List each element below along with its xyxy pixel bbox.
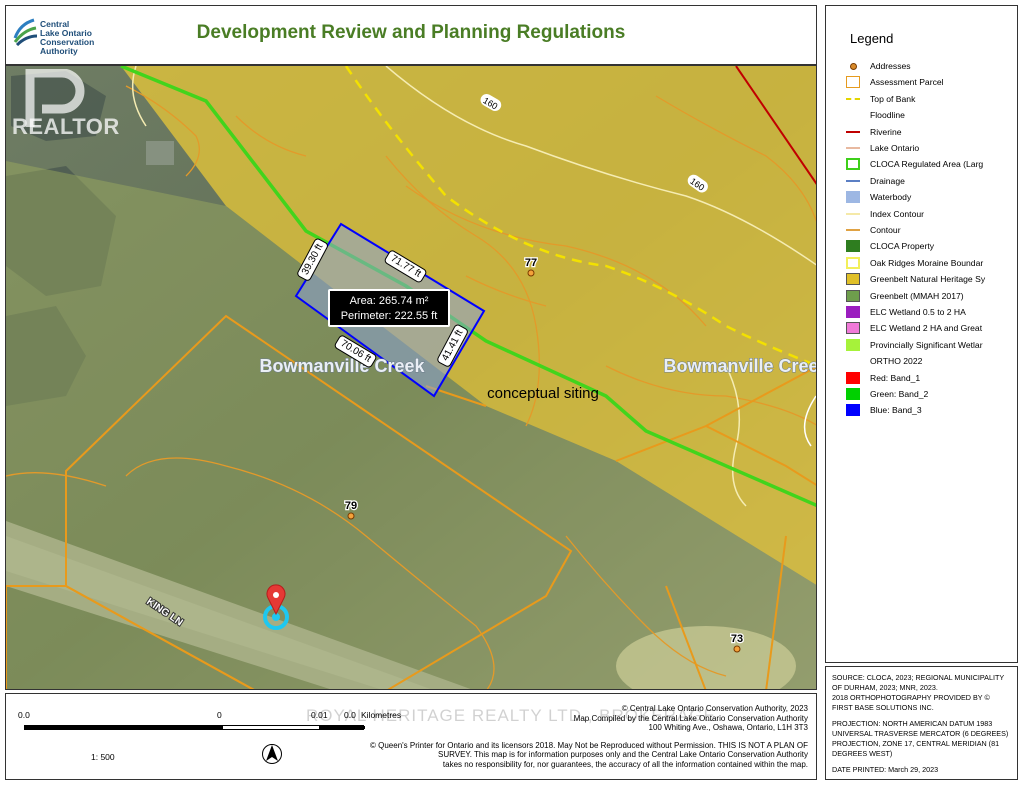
legend-item-label: CLOCA Regulated Area (Larg [870, 159, 984, 170]
map-credits: © Central Lake Ontario Conservation Auth… [338, 704, 808, 769]
legend-item: Waterbody [846, 189, 1016, 205]
legend-item-label: ELC Wetland 2 HA and Great [870, 323, 983, 334]
realtor-logo-icon [25, 69, 85, 127]
fill-swatch-icon [846, 404, 860, 417]
date-printed: DATE PRINTED: March 29, 2023 [832, 765, 939, 774]
address-text: 100 Whiting Ave., Oshawa, Ontario, L1H 3… [648, 723, 809, 732]
scale-tick-left: 0.0 [18, 710, 30, 720]
legend-item: Addresses [846, 58, 1016, 74]
legend-item-label: Lake Ontario [870, 143, 920, 153]
legend-item-label: Oak Ridges Moraine Boundar [870, 257, 984, 268]
map-header: Central Lake Ontario Conservation Author… [5, 5, 817, 65]
fill-outline-swatch-icon [846, 273, 860, 286]
creek-label-east: Bowmanville Creek [663, 356, 817, 376]
legend-item-label: Assessment Parcel [870, 77, 944, 88]
legend-item-label: Top of Bank [870, 93, 916, 104]
disclaimer-text-2: takes no responsibility for, nor guarant… [442, 759, 808, 769]
line-swatch-icon [846, 208, 860, 220]
legend-item: ELC Wetland 0.5 to 2 HA [846, 304, 1016, 320]
line-swatch-icon [846, 224, 860, 236]
fill-swatch-icon [846, 371, 860, 384]
legend-item-label: Index Contour [870, 208, 924, 219]
map-title: Development Review and Planning Regulati… [196, 22, 626, 43]
line-swatch-icon [846, 109, 860, 121]
legend-item: Green: Band_2 [846, 386, 1016, 402]
fill-swatch-icon [846, 191, 860, 204]
fill-swatch-icon [846, 338, 860, 351]
scale-tick-zero: 0 [217, 710, 222, 720]
projection-text: PROJECTION: NORTH AMERICAN DATUM 1983 UN… [832, 719, 1009, 758]
source-text: SOURCE: CLOCA, 2023; REGIONAL MUNICIPALI… [832, 673, 1005, 692]
line-swatch-icon [846, 142, 860, 154]
legend-panel: Legend Addresses Assessment Parcel Top of … [825, 5, 1018, 663]
legend-item-label: ORTHO 2022 [870, 356, 923, 367]
conceptual-siting-label: conceptual siting [487, 385, 599, 402]
line-swatch-icon [846, 126, 860, 138]
legend-item: ORTHO 2022 [846, 353, 1016, 369]
legend-item-label: CLOCA Property [870, 241, 934, 252]
fill-outline-swatch-icon [846, 289, 860, 302]
legend-item: CLOCA Property [846, 238, 1016, 254]
legend-item: Assessment Parcel [846, 74, 1016, 90]
regulated-outline-swatch-icon [846, 158, 860, 171]
legend-item: Drainage [846, 173, 1016, 189]
disclaimer-text: © Queen's Printer for Ontario and its li… [370, 740, 808, 760]
dashed-line-swatch-icon [846, 93, 860, 105]
legend-item: Blue: Band_3 [846, 402, 1016, 418]
map-graphics: 160 160 77 79 73 Bowmanville Creek Bowma… [6, 66, 817, 689]
fill-swatch-icon [846, 388, 860, 400]
measurement-tooltip: Area: 265.74 m² Perimeter: 222.55 ft [328, 289, 450, 327]
legend-item-label: Riverine [870, 126, 902, 137]
legend-item-label: Green: Band_2 [870, 389, 929, 399]
legend-item: Greenbelt Natural Heritage Sy [846, 271, 1016, 287]
legend-item-label: Drainage [870, 175, 905, 186]
legend-item: Riverine [846, 124, 1016, 140]
legend-item: Floodline [846, 107, 1016, 123]
legend-item: Contour [846, 222, 1016, 238]
parcel-outline-swatch-icon [846, 76, 860, 89]
area-readout: Area: 265.74 m² [349, 295, 429, 307]
legend-item-label: Provincially Significant Wetlar [870, 339, 983, 350]
legend-item-label: ELC Wetland 0.5 to 2 HA [870, 307, 966, 317]
realtor-watermark: REALTOR [12, 69, 120, 140]
perimeter-readout: Perimeter: 222.55 ft [340, 310, 438, 322]
fill-outline-swatch-icon [846, 322, 860, 335]
compiled-by-text: Map Compiled by the Central Lake Ontario… [573, 713, 808, 723]
legend-item: Red: Band_1 [846, 370, 1016, 386]
fill-swatch-icon [846, 306, 860, 318]
legend-item: CLOCA Regulated Area (Larg [846, 156, 1016, 172]
legend-item: Greenbelt (MMAH 2017) [846, 288, 1016, 304]
legend-item-label: Greenbelt (MMAH 2017) [870, 290, 964, 301]
scale-ratio: 1: 500 [91, 752, 115, 762]
svg-text:79: 79 [345, 500, 357, 512]
orthophotography-credit: 2018 ORTHOPHOTOGRAPHY PROVIDED BY © FIRS… [832, 693, 990, 712]
legend-item-label: Floodline [870, 110, 905, 121]
legend-item: ELC Wetland 2 HA and Great [846, 320, 1016, 336]
source-panel: SOURCE: CLOCA, 2023; REGIONAL MUNICIPALI… [825, 666, 1018, 780]
legend-item-label: Waterbody [870, 192, 912, 203]
svg-text:77: 77 [525, 257, 537, 269]
creek-label-west: Bowmanville Creek [259, 356, 425, 376]
map-canvas[interactable]: 160 160 77 79 73 Bowmanville Creek Bowma… [5, 65, 817, 690]
legend-item-label: Contour [870, 225, 901, 235]
line-swatch-icon [846, 175, 860, 187]
svg-text:73: 73 [731, 633, 743, 645]
copyright-text: © Central Lake Ontario Conservation Auth… [621, 704, 808, 713]
legend-item-label: Addresses [870, 61, 911, 71]
legend-item: Top of Bank [846, 91, 1016, 107]
legend-item-label: Red: Band_1 [870, 372, 921, 383]
scale-credits-panel: 0.0 0 0.01 0.0 Kilometres 1: 500 ROYAL H… [5, 693, 817, 780]
legend-item: Lake Ontario [846, 140, 1016, 156]
legend-item-label: Blue: Band_3 [870, 405, 922, 416]
legend-item: Oak Ridges Moraine Boundar [846, 255, 1016, 271]
legend-item: Provincially Significant Wetlar [846, 337, 1016, 353]
legend-item: Index Contour [846, 206, 1016, 222]
yellow-outline-swatch-icon [846, 256, 860, 269]
north-arrow-icon [262, 744, 282, 764]
legend-item-label: Greenbelt Natural Heritage Sy [870, 274, 986, 285]
legend-title: Legend [850, 31, 894, 46]
fill-swatch-icon [846, 240, 860, 253]
address-point-swatch-icon [846, 60, 860, 72]
